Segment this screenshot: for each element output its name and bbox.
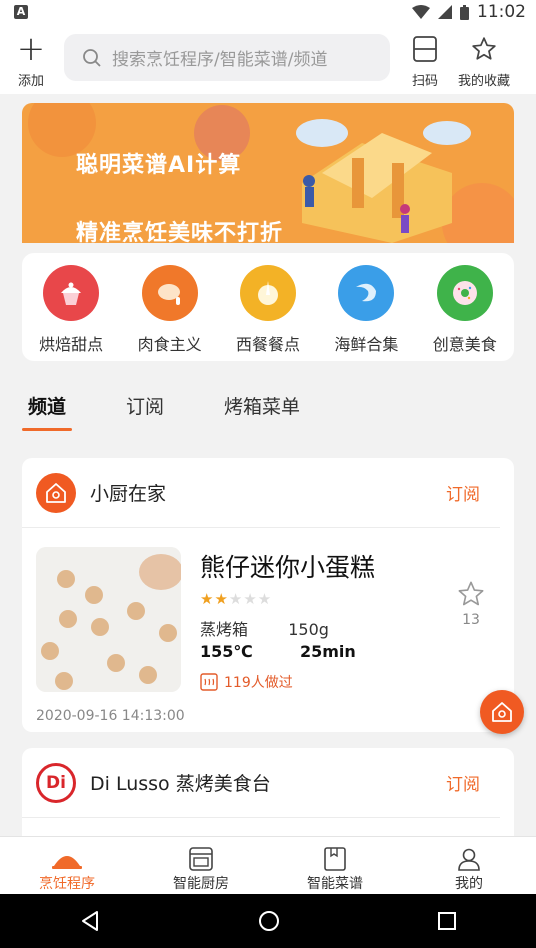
cupcake-icon bbox=[43, 265, 100, 321]
nav-label: 烹饪程序 bbox=[39, 876, 95, 892]
search-input[interactable]: 搜索烹饪程序/智能菜谱/频道 bbox=[64, 34, 390, 81]
search-placeholder: 搜索烹饪程序/智能菜谱/频道 bbox=[112, 50, 328, 70]
recipe-photo bbox=[36, 547, 181, 692]
made-count: 119人做过 bbox=[200, 672, 293, 692]
subscribe-button[interactable]: 订阅 bbox=[446, 480, 480, 505]
star-empty-icon: ★★★ bbox=[228, 590, 273, 608]
tab-bar: 频道 订阅 烤箱菜单 bbox=[22, 388, 306, 431]
nav-label: 我的 bbox=[455, 876, 483, 892]
user-icon bbox=[458, 848, 480, 871]
category-row: 烘焙甜点 肉食主义 西餐餐点 海鲜合集 创意美食 bbox=[22, 253, 514, 361]
tab-oven-menu[interactable]: 烤箱菜单 bbox=[218, 388, 306, 431]
recipe-book-icon bbox=[324, 847, 346, 871]
shrimp-icon bbox=[338, 265, 395, 321]
add-button[interactable]: + 添加 bbox=[14, 29, 48, 89]
nav-label: 智能厨房 bbox=[173, 876, 229, 892]
home-chef-icon bbox=[492, 702, 512, 722]
promo-banner[interactable]: 聪明菜谱AI计算 精准烹饪美味不打折 bbox=[22, 103, 514, 243]
nav-label: 智能菜谱 bbox=[307, 876, 363, 892]
channel-card: 小厨在家 订阅 熊仔迷你小蛋糕 ★★★★★ 蒸烤箱 150g 155℃ 25mi… bbox=[22, 458, 514, 732]
signal-icon bbox=[438, 5, 452, 19]
nav-smart-kitchen[interactable]: 智能厨房 bbox=[146, 837, 256, 894]
recipe-title: 熊仔迷你小蛋糕 bbox=[200, 553, 376, 582]
di-lusso-logo: Di bbox=[36, 762, 76, 803]
banner-title: 聪明菜谱AI计算 bbox=[76, 153, 242, 178]
chicken-leg-icon bbox=[141, 265, 198, 321]
nav-profile[interactable]: 我的 bbox=[414, 837, 524, 894]
channel-name: Di Lusso 蒸烤美食台 bbox=[90, 773, 271, 795]
subscribe-button[interactable]: 订阅 bbox=[446, 770, 480, 795]
made-count-text: 119人做过 bbox=[224, 675, 293, 691]
wifi-icon bbox=[412, 5, 430, 19]
status-bar: A 11:02 bbox=[0, 0, 536, 24]
oven-icon bbox=[189, 847, 213, 871]
recipe-weight: 150g bbox=[288, 620, 329, 639]
donut-icon bbox=[436, 265, 493, 321]
oven-small-icon bbox=[200, 673, 218, 691]
favorites-label: 我的收藏 bbox=[457, 74, 510, 89]
category-creative[interactable]: 创意美食 bbox=[422, 265, 508, 361]
recents-icon[interactable] bbox=[437, 911, 457, 931]
plus-icon: + bbox=[16, 29, 46, 69]
home-fab-button[interactable] bbox=[480, 690, 524, 734]
channel-card: Di Di Lusso 蒸烤美食台 订阅 bbox=[22, 748, 514, 848]
back-icon[interactable] bbox=[79, 910, 101, 932]
nav-cooking-programs[interactable]: 烹饪程序 bbox=[12, 837, 122, 894]
category-baking[interactable]: 烘焙甜点 bbox=[28, 265, 114, 361]
category-label: 西餐餐点 bbox=[235, 335, 300, 354]
recipe-date: 2020-09-16 14:13:00 bbox=[36, 708, 185, 724]
star-outline-icon bbox=[458, 581, 484, 606]
category-label: 烘焙甜点 bbox=[39, 335, 104, 354]
search-icon bbox=[83, 48, 101, 67]
star-outline-icon bbox=[472, 37, 496, 60]
home-chef-icon bbox=[36, 472, 76, 513]
recipe-temp-time: 155℃ 25min bbox=[200, 642, 356, 661]
channel-name: 小厨在家 bbox=[90, 483, 167, 505]
category-label: 创意美食 bbox=[432, 335, 497, 354]
recipe-device-weight: 蒸烤箱 150g bbox=[200, 616, 329, 640]
recipe-item[interactable]: 熊仔迷你小蛋糕 ★★★★★ 蒸烤箱 150g 155℃ 25min 119人做过… bbox=[22, 528, 514, 728]
di-lusso-logo-text: Di bbox=[46, 772, 66, 793]
top-bar: + 添加 搜索烹饪程序/智能菜谱/频道 扫码 我的收藏 bbox=[0, 24, 536, 94]
rating-stars: ★★★★★ bbox=[200, 590, 272, 608]
star-filled-icon: ★★ bbox=[200, 590, 229, 608]
tab-subscriptions[interactable]: 订阅 bbox=[120, 388, 170, 431]
category-meat[interactable]: 肉食主义 bbox=[127, 265, 213, 361]
scan-icon bbox=[413, 36, 437, 62]
scan-label: 扫码 bbox=[411, 74, 438, 89]
tab-channels[interactable]: 频道 bbox=[22, 388, 73, 431]
add-label: 添加 bbox=[17, 74, 44, 89]
bottom-nav: 烹饪程序 智能厨房 智能菜谱 我的 bbox=[0, 836, 536, 894]
battery-icon bbox=[460, 4, 469, 20]
system-nav-bar bbox=[0, 894, 536, 948]
notification-icon: A bbox=[14, 5, 28, 19]
scan-button[interactable]: 扫码 bbox=[410, 34, 440, 89]
favorites-button[interactable]: 我的收藏 bbox=[456, 34, 512, 89]
recipe-duration: 25min bbox=[299, 642, 356, 661]
category-western[interactable]: 西餐餐点 bbox=[225, 265, 311, 361]
nav-smart-recipes[interactable]: 智能菜谱 bbox=[280, 837, 390, 894]
category-seafood[interactable]: 海鲜合集 bbox=[323, 265, 409, 361]
category-label: 肉食主义 bbox=[137, 335, 202, 354]
western-food-icon bbox=[239, 265, 296, 321]
recipe-temperature: 155℃ bbox=[200, 642, 253, 661]
favorite-count: 13 bbox=[462, 612, 480, 628]
category-label: 海鲜合集 bbox=[334, 335, 399, 354]
cloche-icon bbox=[52, 856, 82, 869]
banner-subtitle: 精准烹饪美味不打折 bbox=[76, 221, 284, 243]
favorite-button[interactable]: 13 bbox=[456, 580, 486, 628]
recipe-device: 蒸烤箱 bbox=[200, 620, 249, 639]
channel-header[interactable]: 小厨在家 订阅 bbox=[22, 458, 500, 528]
home-icon[interactable] bbox=[258, 910, 280, 932]
channel-header[interactable]: Di Di Lusso 蒸烤美食台 订阅 bbox=[22, 748, 500, 818]
clock: 11:02 bbox=[477, 2, 526, 22]
